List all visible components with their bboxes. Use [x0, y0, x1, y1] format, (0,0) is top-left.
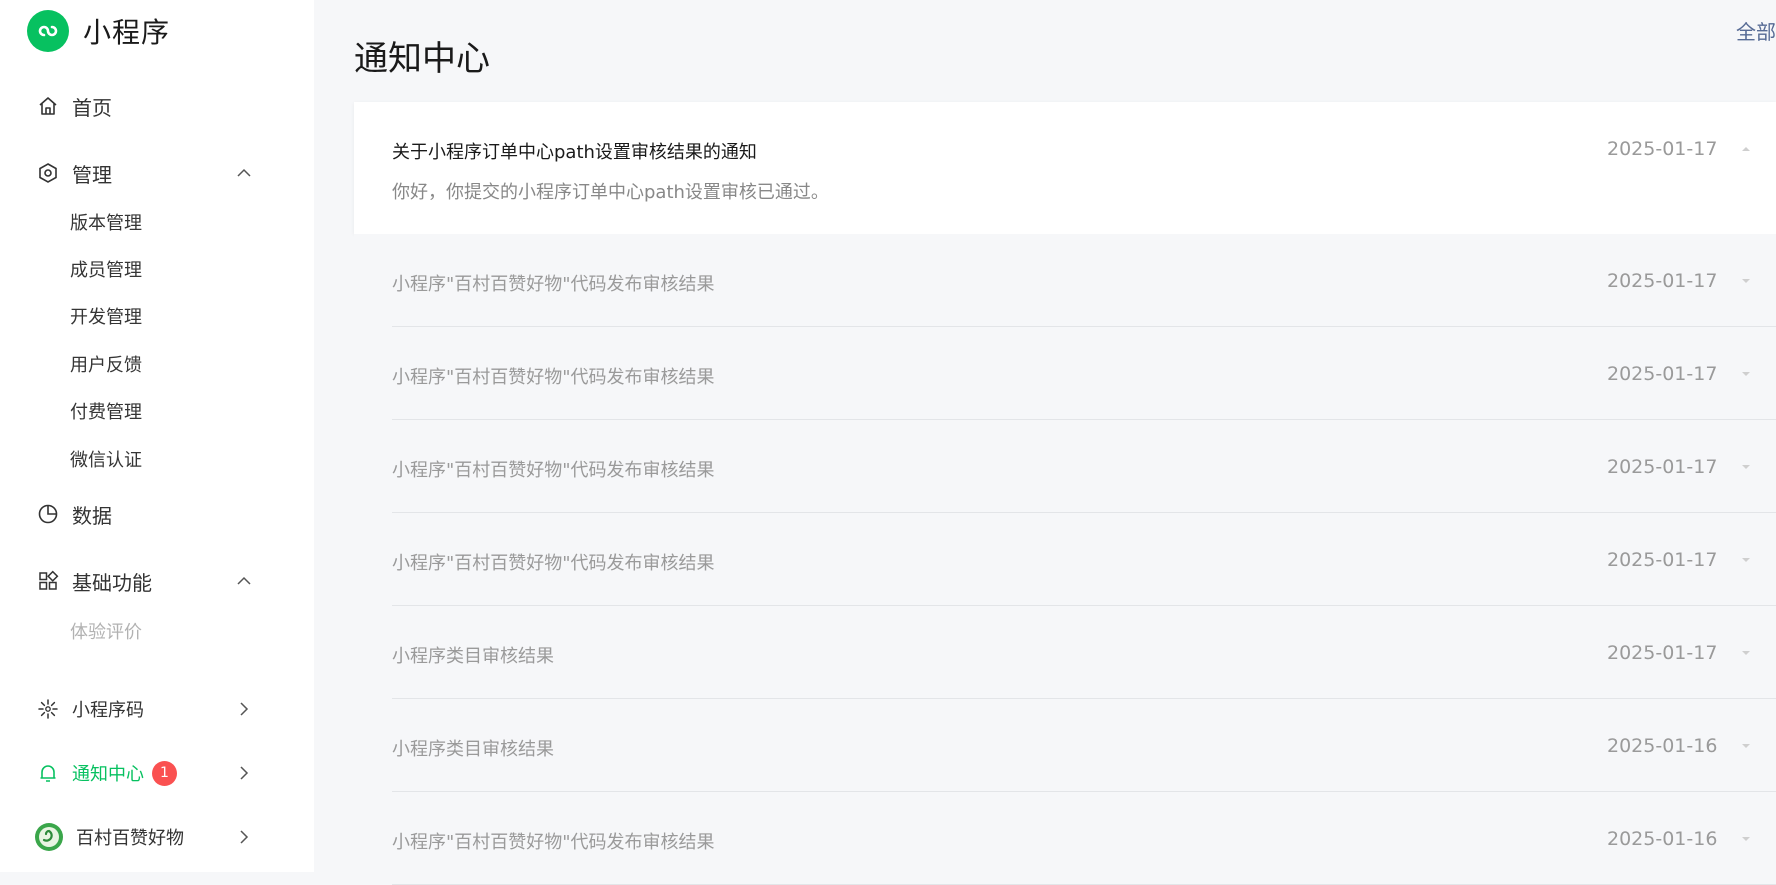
sidebar-item-basic-features[interactable]: 基础功能 — [36, 561, 256, 601]
page-title: 通知中心 — [354, 38, 490, 79]
caret-down-icon[interactable] — [1739, 739, 1753, 753]
bell-icon — [36, 761, 60, 785]
notification-item[interactable]: 小程序"百村百赞好物"代码发布审核结果 2025-01-17 — [354, 234, 1776, 327]
notification-item[interactable]: 小程序"百村百赞好物"代码发布审核结果 2025-01-17 — [354, 420, 1776, 513]
sidebar-item-manage[interactable]: 管理 — [36, 153, 256, 193]
sidebar-item-label: 管理 — [72, 162, 112, 187]
caret-down-icon[interactable] — [1739, 460, 1753, 474]
sidebar-item-account[interactable]: 百村百赞好物 — [34, 817, 256, 857]
caret-down-icon[interactable] — [1739, 274, 1753, 288]
notification-date: 2025-01-16 — [1607, 735, 1718, 757]
notification-badge: 1 — [152, 760, 177, 786]
chevron-right-icon[interactable] — [232, 697, 256, 721]
mini-program-logo-icon — [27, 10, 69, 52]
sidebar-item-notifications[interactable]: 通知中心 1 — [36, 753, 256, 793]
chevron-right-icon[interactable] — [232, 761, 256, 785]
chevron-up-icon[interactable] — [232, 569, 256, 593]
sidebar-item-label: 数据 — [72, 503, 112, 528]
notification-date: 2025-01-17 — [1607, 642, 1718, 664]
chevron-up-icon[interactable] — [232, 161, 256, 185]
caret-down-icon[interactable] — [1739, 646, 1753, 660]
notification-title: 关于小程序订单中心path设置审核结果的通知 — [392, 142, 757, 163]
sidebar-subitem-feedback[interactable]: 用户反馈 — [70, 350, 142, 382]
notification-item[interactable]: 小程序"百村百赞好物"代码发布审核结果 2025-01-17 — [354, 327, 1776, 420]
avatar — [34, 822, 64, 852]
chevron-right-icon[interactable] — [232, 825, 256, 849]
notification-item[interactable]: 小程序类目审核结果 2025-01-17 — [354, 606, 1776, 699]
notification-title: 小程序"百村百赞好物"代码发布审核结果 — [392, 367, 715, 388]
sidebar-subitem-experience-rating[interactable]: 体验评价 — [70, 617, 142, 649]
hexagon-icon — [36, 161, 60, 185]
sidebar-item-data[interactable]: 数据 — [36, 494, 256, 534]
sidebar-item-label: 百村百赞好物 — [76, 828, 184, 849]
brand-title: 小程序 — [83, 16, 171, 49]
caret-down-icon[interactable] — [1739, 832, 1753, 846]
notification-title: 小程序"百村百赞好物"代码发布审核结果 — [392, 460, 715, 481]
notification-title: 小程序类目审核结果 — [392, 739, 554, 760]
home-icon — [36, 94, 60, 118]
sidebar-item-label: 首页 — [72, 95, 112, 120]
sidebar-item-label: 通知中心 — [72, 764, 144, 785]
notification-title: 小程序"百村百赞好物"代码发布审核结果 — [392, 832, 715, 853]
brand[interactable]: 小程序 — [27, 10, 170, 52]
sidebar-subitem-version[interactable]: 版本管理 — [70, 208, 142, 240]
caret-down-icon[interactable] — [1739, 367, 1753, 381]
grid-icon — [36, 569, 60, 593]
code-icon — [36, 697, 60, 721]
sidebar-subitem-payment[interactable]: 付费管理 — [70, 397, 142, 429]
notification-item[interactable]: 小程序"百村百赞好物"代码发布审核结果 2025-01-16 — [354, 792, 1776, 885]
notification-desc: 你好，你提交的小程序订单中心path设置审核已通过。 — [392, 182, 829, 203]
sidebar-item-label: 小程序码 — [72, 700, 144, 721]
sidebar-item-home[interactable]: 首页 — [36, 86, 256, 126]
sidebar-subitem-wechat-auth[interactable]: 微信认证 — [70, 445, 142, 477]
notification-item[interactable]: 小程序类目审核结果 2025-01-16 — [354, 699, 1776, 792]
notification-list: 关于小程序订单中心path设置审核结果的通知 你好，你提交的小程序订单中心pat… — [354, 102, 1776, 885]
sidebar: 小程序 首页 管理 版本管理 成员管理 开发管理 用户反馈 付费管理 微信认证 … — [0, 0, 314, 872]
notification-date: 2025-01-17 — [1607, 363, 1718, 385]
notification-title: 小程序"百村百赞好物"代码发布审核结果 — [392, 553, 715, 574]
main-content: 通知中心 全部 关于小程序订单中心path设置审核结果的通知 你好，你提交的小程… — [314, 0, 1776, 885]
sidebar-item-mini-code[interactable]: 小程序码 — [36, 689, 256, 729]
notification-date: 2025-01-16 — [1607, 828, 1718, 850]
sidebar-item-label: 基础功能 — [72, 570, 152, 595]
notification-item[interactable]: 小程序"百村百赞好物"代码发布审核结果 2025-01-17 — [354, 513, 1776, 606]
sidebar-subitem-members[interactable]: 成员管理 — [70, 255, 142, 287]
notification-title: 小程序类目审核结果 — [392, 646, 554, 667]
notification-date: 2025-01-17 — [1607, 138, 1718, 160]
caret-down-icon[interactable] — [1739, 553, 1753, 567]
notification-date: 2025-01-17 — [1607, 270, 1718, 292]
caret-up-icon[interactable] — [1739, 142, 1753, 156]
notification-item-expanded[interactable]: 关于小程序订单中心path设置审核结果的通知 你好，你提交的小程序订单中心pat… — [354, 102, 1776, 234]
pie-chart-icon — [36, 502, 60, 526]
notification-title: 小程序"百村百赞好物"代码发布审核结果 — [392, 274, 715, 295]
sidebar-subitem-dev[interactable]: 开发管理 — [70, 302, 142, 334]
notification-date: 2025-01-17 — [1607, 456, 1718, 478]
filter-dropdown[interactable]: 全部 — [1736, 16, 1776, 45]
notification-date: 2025-01-17 — [1607, 549, 1718, 571]
